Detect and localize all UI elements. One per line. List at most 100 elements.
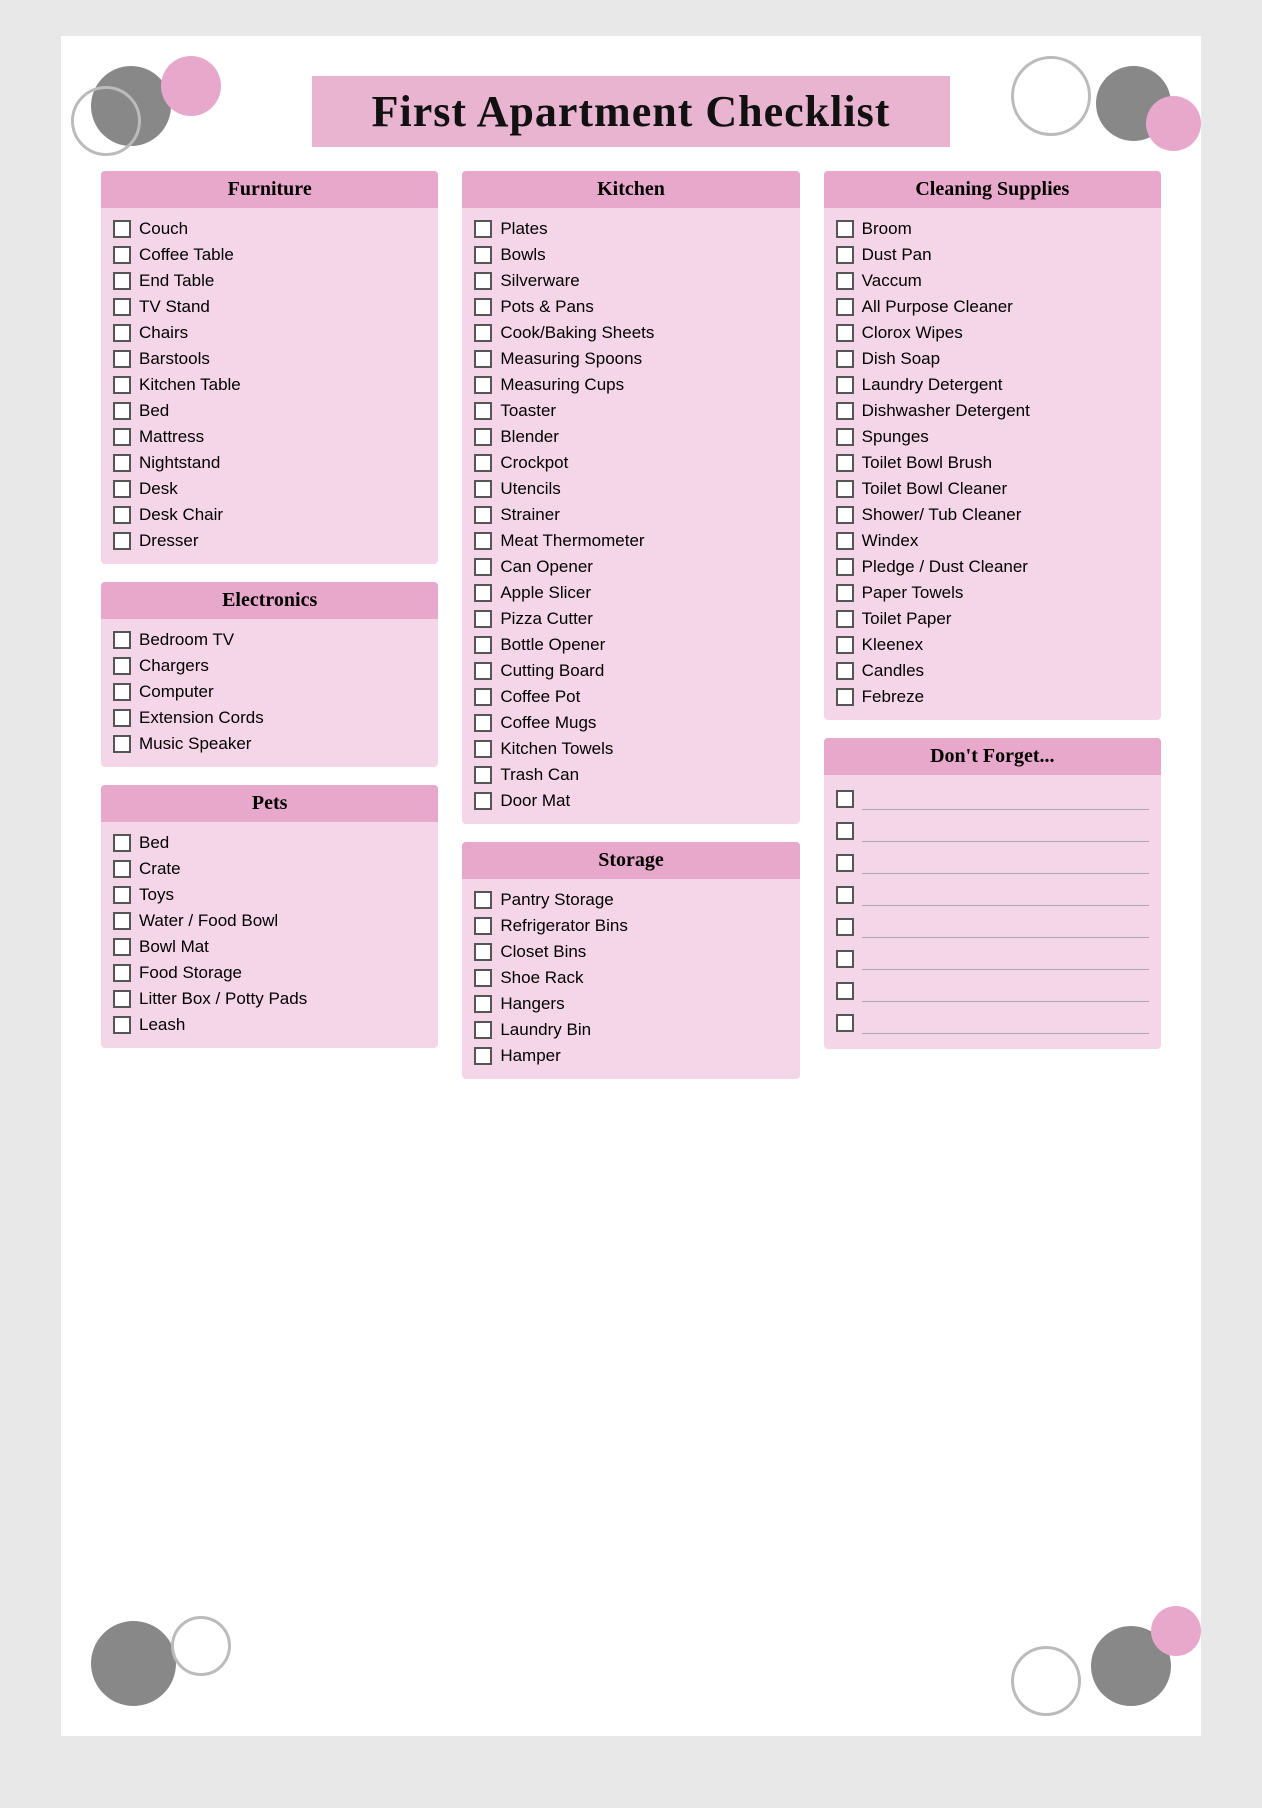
blank-line-text[interactable]	[862, 884, 1149, 906]
checkbox[interactable]	[836, 918, 854, 936]
checkbox[interactable]	[113, 246, 131, 264]
checkbox[interactable]	[836, 220, 854, 238]
checkbox[interactable]	[113, 428, 131, 446]
checkbox[interactable]	[836, 1014, 854, 1032]
checkbox[interactable]	[113, 990, 131, 1008]
blank-line-text[interactable]	[862, 852, 1149, 874]
checkbox[interactable]	[474, 428, 492, 446]
checkbox[interactable]	[113, 324, 131, 342]
checkbox[interactable]	[474, 943, 492, 961]
checkbox[interactable]	[113, 683, 131, 701]
checkbox[interactable]	[836, 610, 854, 628]
checkbox[interactable]	[836, 790, 854, 808]
checkbox[interactable]	[836, 324, 854, 342]
checkbox[interactable]	[113, 860, 131, 878]
blank-line-text[interactable]	[862, 980, 1149, 1002]
checkbox[interactable]	[474, 584, 492, 602]
item-label: Vaccum	[862, 271, 922, 291]
checkbox[interactable]	[113, 938, 131, 956]
blank-line-text[interactable]	[862, 1012, 1149, 1034]
checkbox[interactable]	[836, 506, 854, 524]
checkbox[interactable]	[836, 636, 854, 654]
checkbox[interactable]	[113, 532, 131, 550]
checkbox[interactable]	[474, 376, 492, 394]
checkbox[interactable]	[474, 610, 492, 628]
checkbox[interactable]	[474, 917, 492, 935]
checkbox[interactable]	[836, 272, 854, 290]
checkbox[interactable]	[474, 298, 492, 316]
checkbox[interactable]	[474, 532, 492, 550]
checkbox[interactable]	[474, 350, 492, 368]
checkbox[interactable]	[836, 662, 854, 680]
checkbox[interactable]	[474, 891, 492, 909]
checkbox[interactable]	[113, 1016, 131, 1034]
checkbox[interactable]	[474, 969, 492, 987]
checkbox[interactable]	[836, 558, 854, 576]
checkbox[interactable]	[474, 272, 492, 290]
checkbox[interactable]	[474, 740, 492, 758]
checkbox[interactable]	[113, 709, 131, 727]
checkbox[interactable]	[474, 454, 492, 472]
dont-forget-section: Don't Forget...	[824, 738, 1161, 1049]
checkbox[interactable]	[113, 834, 131, 852]
checkbox[interactable]	[474, 995, 492, 1013]
checkbox[interactable]	[113, 454, 131, 472]
checkbox[interactable]	[836, 532, 854, 550]
list-item: Crockpot	[474, 450, 787, 476]
checkbox[interactable]	[113, 735, 131, 753]
checkbox[interactable]	[474, 402, 492, 420]
checkbox[interactable]	[836, 688, 854, 706]
checkbox[interactable]	[836, 454, 854, 472]
checkbox[interactable]	[836, 950, 854, 968]
checkbox[interactable]	[474, 220, 492, 238]
checkbox[interactable]	[113, 631, 131, 649]
checkbox[interactable]	[113, 298, 131, 316]
checkbox[interactable]	[113, 912, 131, 930]
checkbox[interactable]	[836, 854, 854, 872]
checkbox[interactable]	[474, 1021, 492, 1039]
checkbox[interactable]	[836, 298, 854, 316]
checkbox[interactable]	[113, 506, 131, 524]
blank-line-text[interactable]	[862, 948, 1149, 970]
checkbox[interactable]	[113, 480, 131, 498]
checkbox[interactable]	[836, 402, 854, 420]
checkbox[interactable]	[474, 714, 492, 732]
checkbox[interactable]	[474, 636, 492, 654]
item-label: Kitchen Towels	[500, 739, 613, 759]
item-label: Laundry Bin	[500, 1020, 591, 1040]
blank-line-text[interactable]	[862, 820, 1149, 842]
checkbox[interactable]	[836, 982, 854, 1000]
checkbox[interactable]	[113, 657, 131, 675]
checkbox[interactable]	[474, 766, 492, 784]
checkbox[interactable]	[474, 662, 492, 680]
checkbox[interactable]	[474, 246, 492, 264]
checkbox[interactable]	[836, 428, 854, 446]
checkbox[interactable]	[474, 688, 492, 706]
checkbox[interactable]	[113, 376, 131, 394]
blank-line-text[interactable]	[862, 788, 1149, 810]
checkbox[interactable]	[113, 350, 131, 368]
checkbox[interactable]	[474, 506, 492, 524]
checkbox[interactable]	[474, 324, 492, 342]
checkbox[interactable]	[836, 886, 854, 904]
checkbox[interactable]	[113, 886, 131, 904]
checkbox[interactable]	[113, 402, 131, 420]
checkbox[interactable]	[836, 350, 854, 368]
checkbox[interactable]	[474, 1047, 492, 1065]
checkbox[interactable]	[836, 480, 854, 498]
checkbox[interactable]	[113, 964, 131, 982]
main-columns: Furniture Couch Coffee Table End Table T…	[101, 171, 1161, 1079]
item-label: Apple Slicer	[500, 583, 591, 603]
checkbox[interactable]	[474, 558, 492, 576]
checkbox[interactable]	[113, 220, 131, 238]
checkbox[interactable]	[836, 376, 854, 394]
checkbox[interactable]	[836, 584, 854, 602]
blank-line-text[interactable]	[862, 916, 1149, 938]
checkbox[interactable]	[474, 792, 492, 810]
checkbox[interactable]	[113, 272, 131, 290]
checkbox[interactable]	[474, 480, 492, 498]
item-label: Dresser	[139, 531, 199, 551]
list-item: Closet Bins	[474, 939, 787, 965]
checkbox[interactable]	[836, 246, 854, 264]
checkbox[interactable]	[836, 822, 854, 840]
